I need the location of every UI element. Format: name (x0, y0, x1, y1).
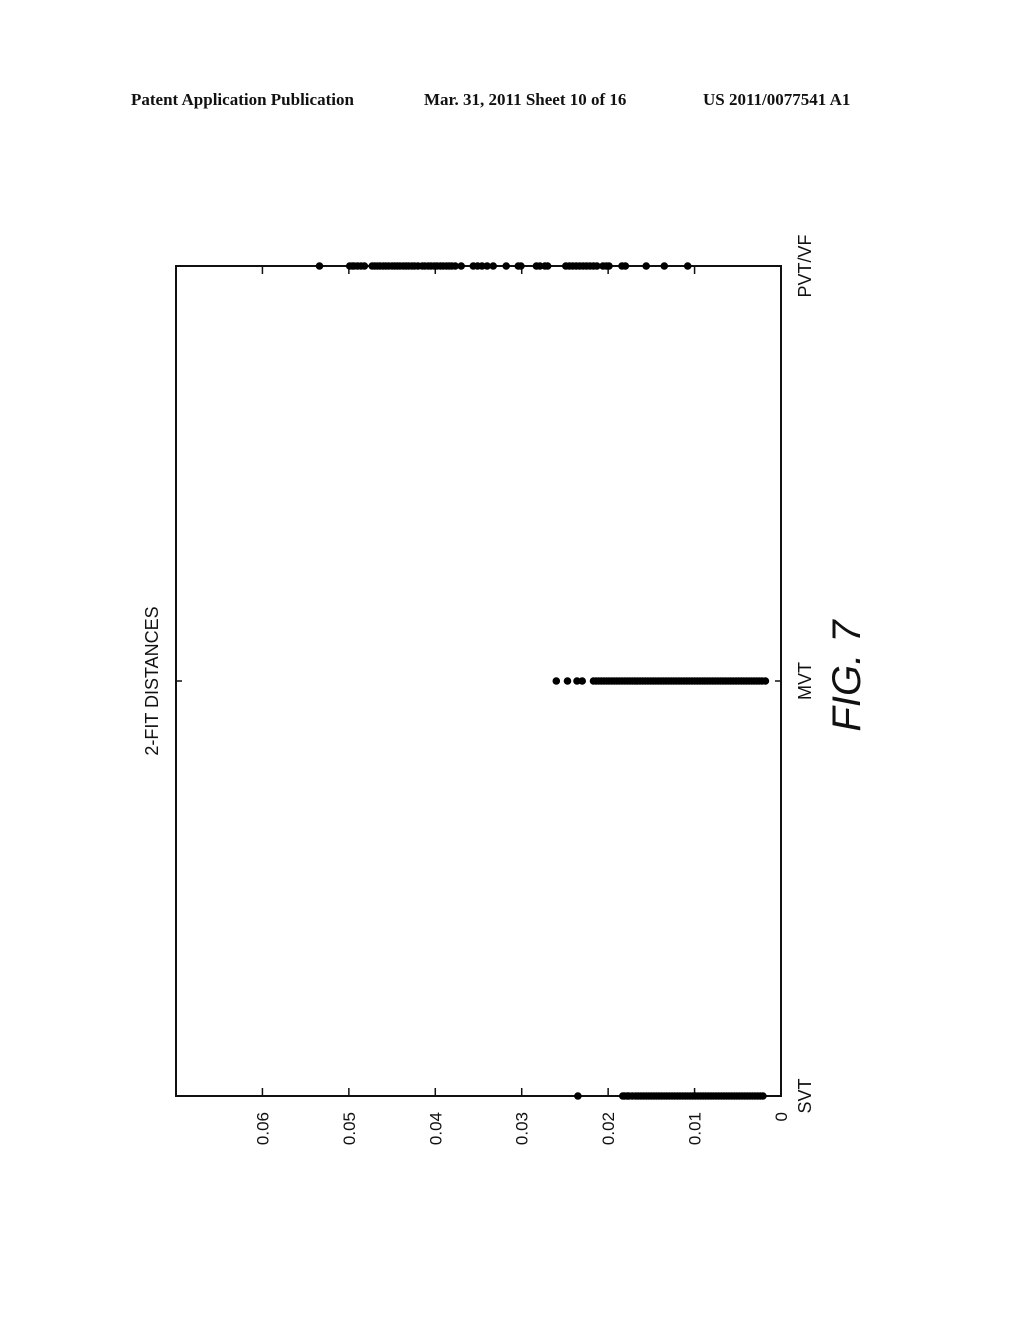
category-label: MVT (795, 662, 815, 700)
data-point (552, 677, 561, 685)
data-point (360, 262, 369, 270)
data-points (315, 262, 770, 1100)
figure-label: FIG. 7 (825, 619, 869, 732)
data-point (578, 677, 586, 685)
data-point (517, 262, 525, 270)
category-label: SVT (795, 1078, 815, 1113)
chart-title: 2-FIT DISTANCES (142, 606, 162, 755)
value-tick-label: 0 (772, 1112, 791, 1121)
value-tick-label: 0.04 (426, 1112, 445, 1145)
value-tick-label: 0.03 (513, 1112, 532, 1145)
data-point (315, 262, 324, 270)
data-point (759, 1092, 767, 1100)
data-point (543, 262, 552, 270)
category-label: PVT/VF (795, 234, 815, 297)
category-labels: SVT MVT PVT/VF (795, 234, 815, 1113)
data-point (489, 262, 498, 270)
value-tick-label: 0.05 (340, 1112, 359, 1145)
value-tick-label: 0.06 (253, 1112, 272, 1145)
value-tick-label: 0.01 (686, 1112, 705, 1145)
data-point (621, 262, 630, 270)
data-point (642, 262, 650, 270)
data-point (563, 677, 572, 685)
data-point (502, 262, 511, 270)
value-axis-tick-labels: 0 0.01 0.02 0.03 0.04 0.05 0.06 (253, 1112, 791, 1145)
data-point (457, 262, 466, 270)
data-point (761, 677, 770, 685)
data-point (683, 262, 692, 270)
scatter-chart: 0 0.01 0.02 0.03 0.04 0.05 0.06 SVT MVT PVT/VF 2… (142, 234, 869, 1145)
value-tick-label: 0.02 (599, 1112, 618, 1145)
data-point (660, 262, 669, 270)
data-point (605, 262, 613, 270)
data-point (574, 1092, 582, 1100)
